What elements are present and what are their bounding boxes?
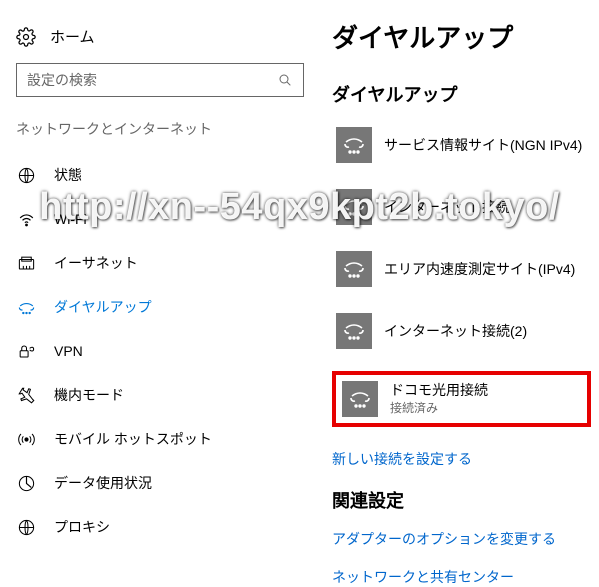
connection-item-highlighted[interactable]: ドコモ光用接続 接続済み (332, 371, 591, 427)
connection-status: 接続済み (390, 400, 488, 416)
globe-icon (16, 165, 36, 185)
sidebar-item-dialup[interactable]: ダイヤルアップ (8, 285, 312, 329)
sidebar-item-wifi[interactable]: Wi-Fi (8, 197, 312, 241)
phone-icon (342, 381, 378, 417)
sidebar-item-label: ダイヤルアップ (54, 297, 152, 317)
sidebar-item-label: データ使用状況 (54, 473, 152, 493)
page-title: ダイヤルアップ (332, 18, 591, 55)
connection-item[interactable]: インターネット接続 (332, 185, 591, 229)
connection-title: インターネット接続 (384, 198, 510, 217)
sidebar-item-proxy[interactable]: プロキシ (8, 505, 312, 549)
sidebar-item-status[interactable]: 状態 (8, 153, 312, 197)
network-sharing-center-link[interactable]: ネットワークと共有センター (332, 567, 591, 587)
sidebar-item-airplane[interactable]: 機内モード (8, 373, 312, 417)
setup-new-connection-link[interactable]: 新しい接続を設定する (332, 449, 591, 469)
sidebar-item-label: Wi-Fi (54, 211, 87, 227)
search-input[interactable] (27, 72, 277, 88)
sidebar-item-label: プロキシ (54, 517, 110, 537)
phone-icon (336, 313, 372, 349)
section-title: ダイヤルアップ (332, 81, 591, 107)
search-box[interactable] (16, 63, 304, 97)
connection-list: サービス情報サイト(NGN IPv4) インターネット接続 エリア内速度測定サイ… (332, 123, 591, 427)
sidebar-item-label: 機内モード (54, 385, 124, 405)
vpn-icon (16, 341, 36, 361)
related-settings-title: 関連設定 (332, 487, 591, 513)
proxy-icon (16, 517, 36, 537)
connection-title: エリア内速度測定サイト(IPv4) (384, 260, 575, 279)
sidebar-item-label: 状態 (54, 165, 82, 185)
connection-item[interactable]: エリア内速度測定サイト(IPv4) (332, 247, 591, 291)
connection-item[interactable]: サービス情報サイト(NGN IPv4) (332, 123, 591, 167)
hotspot-icon (16, 429, 36, 449)
dialup-icon (16, 297, 36, 317)
sidebar-item-label: イーサネット (54, 253, 138, 273)
connection-title: サービス情報サイト(NGN IPv4) (384, 136, 582, 155)
airplane-icon (16, 385, 36, 405)
connection-title: インターネット接続(2) (384, 322, 527, 341)
home-button[interactable]: ホーム (8, 20, 312, 59)
phone-icon (336, 251, 372, 287)
sidebar-item-hotspot[interactable]: モバイル ホットスポット (8, 417, 312, 461)
sidebar-item-label: モバイル ホットスポット (54, 429, 212, 449)
connection-title: ドコモ光用接続 (390, 381, 488, 400)
category-label: ネットワークとインターネット (8, 119, 312, 153)
phone-icon (336, 127, 372, 163)
data-usage-icon (16, 473, 36, 493)
connection-item[interactable]: インターネット接続(2) (332, 309, 591, 353)
sidebar-item-vpn[interactable]: VPN (8, 329, 312, 373)
search-icon (277, 72, 293, 88)
sidebar-item-label: VPN (54, 343, 83, 359)
home-label: ホーム (50, 26, 95, 47)
wifi-icon (16, 209, 36, 229)
phone-icon (336, 189, 372, 225)
adapter-options-link[interactable]: アダプターのオプションを変更する (332, 529, 591, 549)
sidebar-item-ethernet[interactable]: イーサネット (8, 241, 312, 285)
sidebar-item-data-usage[interactable]: データ使用状況 (8, 461, 312, 505)
ethernet-icon (16, 253, 36, 273)
gear-icon (16, 27, 36, 47)
